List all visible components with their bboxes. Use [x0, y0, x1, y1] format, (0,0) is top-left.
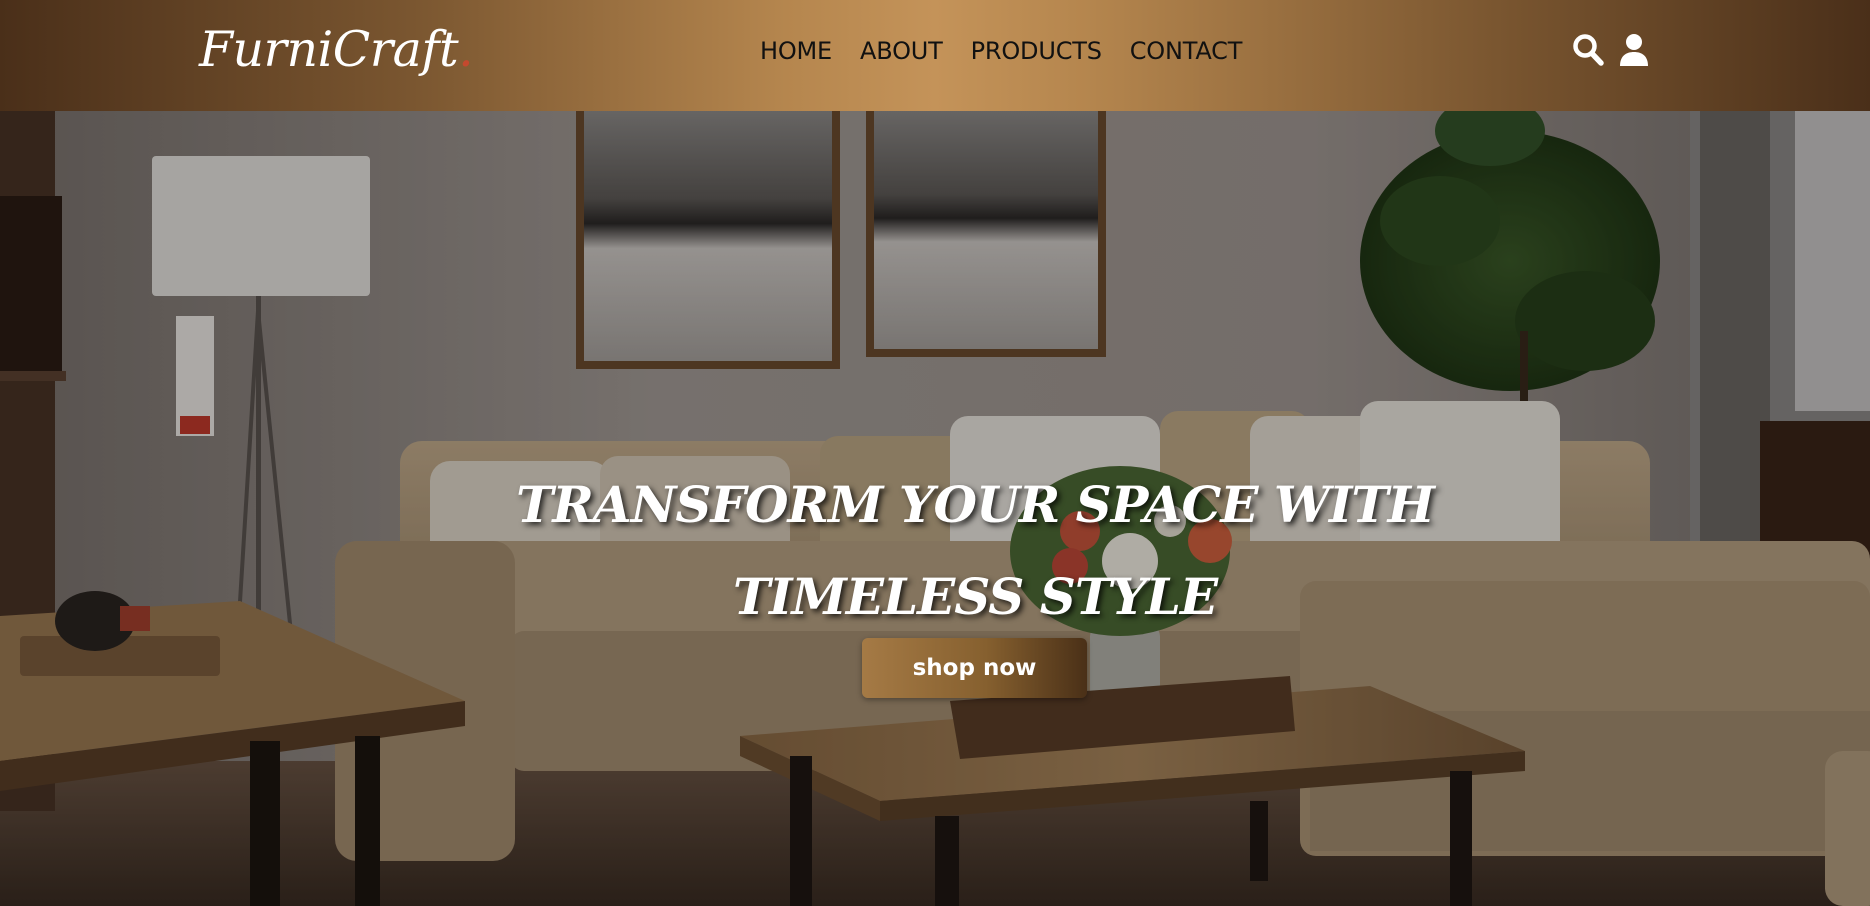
- user-icon[interactable]: [1618, 33, 1650, 67]
- nav-products[interactable]: PRODUCTS: [971, 36, 1102, 66]
- main-nav: HOME ABOUT PRODUCTS CONTACT: [760, 36, 1242, 66]
- shop-now-button[interactable]: shop now: [862, 638, 1087, 698]
- hero-section: TRANSFORM YOUR SPACE WITH TIMELESS STYLE…: [0, 111, 1870, 906]
- brand-accent-dot: .: [458, 21, 474, 78]
- nav-contact[interactable]: CONTACT: [1130, 36, 1243, 66]
- site-header: FurniCraft. HOME ABOUT PRODUCTS CONTACT: [0, 0, 1870, 111]
- nav-about[interactable]: ABOUT: [860, 36, 943, 66]
- hero-title: TRANSFORM YOUR SPACE WITH TIMELESS STYLE: [516, 475, 1435, 626]
- nav-home[interactable]: HOME: [760, 36, 832, 66]
- brand-name: FurniCraft: [199, 21, 459, 78]
- brand-logo[interactable]: FurniCraft.: [199, 20, 474, 80]
- search-icon[interactable]: [1572, 33, 1604, 67]
- header-actions: [1572, 32, 1650, 68]
